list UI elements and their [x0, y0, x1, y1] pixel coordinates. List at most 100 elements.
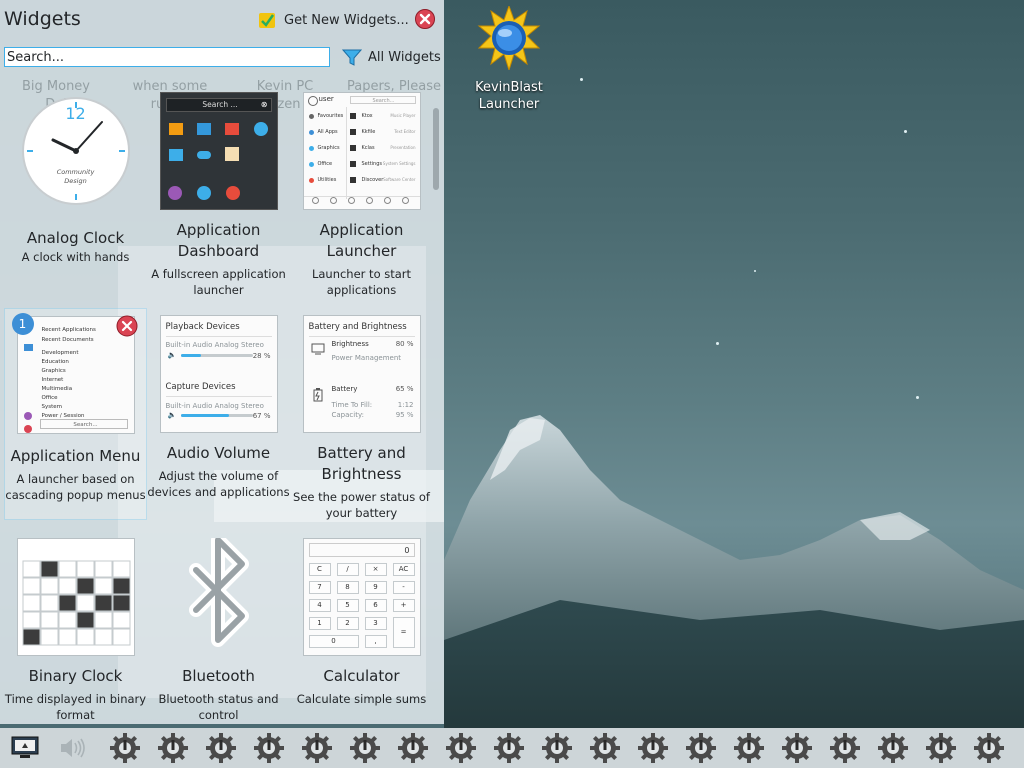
capacity-value: 95 %	[395, 411, 414, 419]
binary-cell	[94, 611, 112, 629]
widget-application-launcher[interactable]: user Search... Favourites Ktox Music Pla…	[290, 92, 433, 298]
gear-icon[interactable]	[684, 731, 718, 765]
gear-icon[interactable]	[780, 731, 814, 765]
widget-application-dashboard[interactable]: Search ... ⊗ Application Dashboard A ful…	[147, 92, 290, 298]
star	[754, 270, 756, 272]
launcher-app-label: Discover	[361, 177, 384, 183]
close-icon[interactable]	[415, 9, 435, 29]
gear-icon[interactable]	[636, 731, 670, 765]
desktop-icon-label-line-1: KevinBlast	[475, 80, 543, 95]
bluetooth-icon	[188, 533, 249, 647]
gear-icon[interactable]	[156, 731, 190, 765]
search-input[interactable]	[4, 47, 330, 67]
audio-mini-window: Playback Devices Built-in Audio Analog S…	[159, 315, 278, 433]
capacity-label: Capacity:	[331, 411, 364, 419]
binary-cell	[94, 560, 112, 578]
playback-devices-label: Playback Devices	[165, 322, 240, 332]
menu-power-icon	[23, 412, 32, 420]
calculator-key: 4	[308, 599, 331, 612]
calculator-key: 8	[336, 581, 359, 594]
binary-cell	[76, 560, 94, 578]
binary-cell	[58, 628, 76, 646]
calculator-key: /	[336, 563, 359, 576]
widget-description: Bluetooth status and control	[158, 692, 279, 722]
all-widgets-filter-button[interactable]: All Widgets	[342, 46, 441, 68]
binary-cell	[40, 577, 58, 595]
remove-widget-icon[interactable]	[116, 315, 138, 337]
close-icon: ⊗	[260, 100, 268, 109]
clock-brand-line-1: Community	[56, 168, 95, 176]
widget-calculator[interactable]: 0 C / × AC 7 8 9- 4 5 6 +1 2 3 = 0, Calculator Calcula…	[290, 538, 433, 707]
user-avatar-icon	[307, 96, 318, 106]
star	[580, 78, 583, 81]
gear-icon[interactable]	[732, 731, 766, 765]
gear-icon[interactable]	[252, 731, 286, 765]
gear-icon[interactable]	[348, 731, 382, 765]
speaker-icon: 🔈	[167, 411, 177, 419]
volume-icon[interactable]	[58, 735, 88, 761]
launcher-app-icon	[349, 177, 356, 183]
calculator-key: 0	[308, 635, 359, 648]
kevinblast-launcher-desktop-icon[interactable]: KevinBlast Launcher	[472, 4, 546, 113]
gear-icon[interactable]	[300, 731, 334, 765]
calculator-mini-window: 0 C / × AC 7 8 9- 4 5 6 +1 2 3 = 0,	[302, 538, 421, 656]
clock-twelve-label: 12	[65, 104, 86, 123]
binary-cell	[112, 560, 130, 578]
show-desktop-icon[interactable]	[10, 735, 40, 761]
binary-cell	[22, 560, 40, 578]
gear-icon[interactable]	[972, 731, 1006, 765]
menu-item-label: Recent Applications	[41, 327, 96, 333]
launcher-category-icon	[308, 130, 314, 135]
gear-icon[interactable]	[204, 731, 238, 765]
widget-analog-clock[interactable]: 12 Community Design Analog Clock A clock…	[4, 92, 147, 265]
gear-icon[interactable]	[828, 731, 862, 765]
launcher-footer-icon	[329, 197, 337, 204]
widget-description: A fullscreen application launcher	[151, 267, 286, 297]
launcher-mini-window: user Search... Favourites Ktox Music Pla…	[302, 92, 421, 210]
launcher-category-label: Office	[317, 161, 333, 167]
gear-icon[interactable]	[876, 731, 910, 765]
menu-item-label: Development	[41, 350, 79, 356]
binary-cell	[58, 577, 76, 595]
binary-grid-icon	[22, 560, 130, 646]
widget-description: See the power status of your battery	[293, 490, 430, 520]
calculator-key: 5	[336, 599, 359, 612]
widget-battery-and-brightness[interactable]: Battery and Brightness Brightness 80 % P…	[290, 315, 433, 521]
launcher-category-icon	[308, 146, 314, 151]
launcher-category-label: All Apps	[317, 129, 338, 135]
calculator-key: 1	[308, 617, 331, 630]
gear-icon[interactable]	[924, 731, 958, 765]
battery-mini-window: Battery and Brightness Brightness 80 % P…	[302, 315, 421, 433]
widget-description: Adjust the volume of devices and applica…	[147, 469, 290, 499]
menu-item-label: Multimedia	[41, 386, 73, 392]
launcher-category-icon	[308, 114, 314, 119]
launcher-footer-icon	[365, 197, 373, 204]
gear-icon[interactable]	[588, 731, 622, 765]
widget-audio-volume[interactable]: Playback Devices Built-in Audio Analog S…	[147, 315, 290, 500]
launcher-app-sublabel: Presentation	[390, 145, 416, 150]
gear-icon[interactable]	[540, 731, 574, 765]
widget-application-menu[interactable]: Recent Applications Recent Documents Devel…	[4, 308, 147, 520]
scrollbar[interactable]	[433, 108, 439, 190]
battery-label: Battery	[331, 385, 358, 393]
brightness-label: Brightness	[331, 340, 369, 348]
gear-icon[interactable]	[396, 731, 430, 765]
widget-name: Bluetooth	[182, 667, 255, 685]
launcher-app-sublabel: System Settings	[382, 161, 416, 166]
get-new-widgets-button[interactable]: Get New Widgets...	[258, 8, 409, 32]
gear-icon[interactable]	[108, 731, 142, 765]
widget-description: Launcher to start applications	[311, 267, 412, 297]
all-widgets-label: All Widgets	[368, 49, 441, 65]
binary-cell	[40, 560, 58, 578]
widget-binary-clock[interactable]: Binary Clock Time displayed in binary fo…	[4, 538, 147, 723]
divider	[303, 196, 420, 197]
launcher-footer-icon	[383, 197, 391, 204]
binary-cell	[58, 611, 76, 629]
binary-cell	[58, 594, 76, 612]
binary-cell	[40, 594, 58, 612]
gear-icon[interactable]	[444, 731, 478, 765]
gear-icon[interactable]	[492, 731, 526, 765]
launcher-app-sublabel: Music Player	[390, 113, 416, 118]
widget-bluetooth[interactable]: Bluetooth Bluetooth status and control	[147, 533, 290, 723]
binary-cell	[76, 628, 94, 646]
